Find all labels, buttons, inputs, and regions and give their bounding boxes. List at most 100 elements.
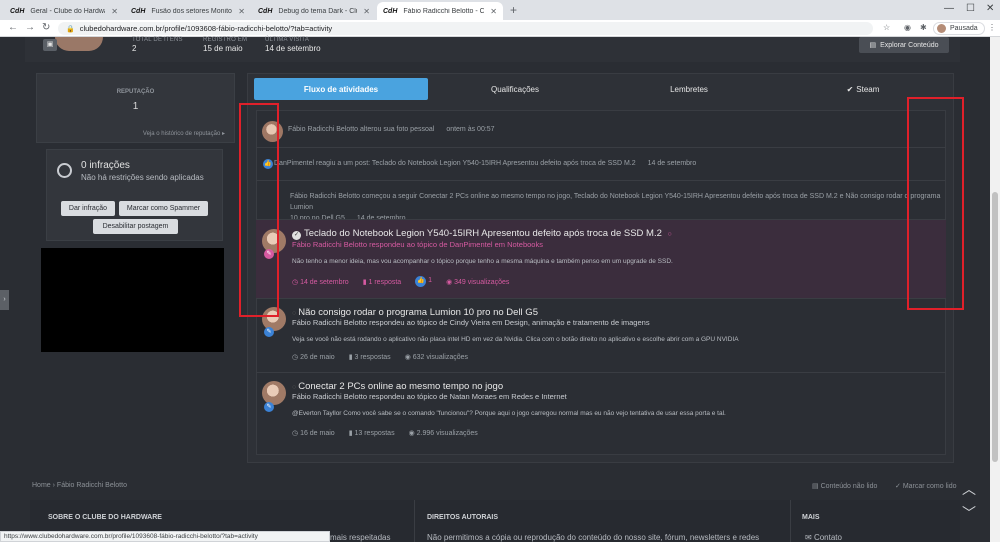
- close-icon[interactable]: ✕: [238, 7, 245, 16]
- scroll-up-chevron-icon[interactable]: ︿: [962, 479, 976, 499]
- breadcrumb-current: Fábio Radicchi Belotto: [56, 482, 127, 489]
- replies-text: 1 resposta: [368, 278, 402, 286]
- likes-meta[interactable]: 👍 1: [415, 276, 432, 287]
- date-meta: ◷ 26 de maio: [292, 353, 335, 361]
- browser-tab-bar: CdH Geral - Clube do Hardware ✕ CdH Fusã…: [0, 0, 1000, 20]
- topic-meta: ◷ 14 de setembro ▮ 1 resposta 👍 1 ◉ 349 …: [292, 276, 509, 287]
- bookmark-icon[interactable]: ○: [292, 384, 296, 391]
- eye-icon: ◉: [446, 278, 455, 286]
- circle-icon: [57, 163, 72, 178]
- close-icon[interactable]: ✕: [490, 7, 497, 16]
- site-favicon-icon: CdH: [10, 7, 25, 15]
- annotation-box-right: [907, 97, 964, 310]
- replies-meta: ▮ 13 respostas: [349, 429, 395, 437]
- forward-arrow-icon[interactable]: →: [25, 22, 35, 33]
- post-excerpt: Veja se você não está rodando o aplicati…: [292, 336, 739, 343]
- scrollbar-thumb[interactable]: [992, 192, 998, 462]
- activity-description[interactable]: Fábio Radicchi Belotto alterou sua foto …: [288, 126, 434, 133]
- status-bar-url: https://www.clubedohardware.com.br/profi…: [0, 531, 330, 542]
- mark-spammer-button[interactable]: Marcar como Spammer: [119, 201, 208, 216]
- replies-meta: ▮ 1 resposta: [363, 278, 401, 286]
- infractions-subtitle: Não há restrições sendo aplicadas: [81, 173, 204, 182]
- activity-time: ontem às 00:57: [446, 126, 495, 133]
- new-tab-button[interactable]: +: [510, 3, 517, 17]
- stat-value: 15 de maio: [203, 44, 243, 53]
- minimize-icon[interactable]: —: [944, 3, 954, 14]
- avatar: [262, 381, 286, 405]
- views-meta: ◉ 632 visualizações: [405, 353, 468, 361]
- disable-posting-button[interactable]: Desabilitar postagem: [93, 219, 178, 234]
- views-meta: ◉ 2.996 visualizações: [409, 429, 478, 437]
- browser-tab[interactable]: CdH Fusão dos setores Monitores com ✕: [125, 2, 251, 20]
- views-text: 2.996 visualizações: [416, 430, 478, 437]
- side-panel-toggle-icon[interactable]: ›: [0, 290, 9, 310]
- browser-tab-active[interactable]: CdH Fábio Radicchi Belotto - Clube d ✕: [377, 2, 503, 20]
- annotation-box-left: [239, 103, 279, 317]
- replies-text: 13 respostas: [354, 430, 395, 437]
- contact-label: Contato: [813, 533, 842, 542]
- close-icon[interactable]: ✕: [363, 7, 370, 16]
- activity-description[interactable]: DanPimentel reagiu a um post: Teclado do…: [274, 160, 636, 167]
- window-close-icon[interactable]: ✕: [986, 3, 994, 14]
- tab-activity-feed[interactable]: Fluxo de atividades: [254, 78, 428, 100]
- maximize-icon[interactable]: ☐: [966, 3, 975, 14]
- topic-title[interactable]: ○ Não consigo rodar o programa Lumion 10 …: [292, 307, 538, 318]
- browser-tab[interactable]: CdH Geral - Clube do Hardware ✕: [4, 2, 124, 20]
- stat-label: TOTAL DE ITENS: [132, 37, 183, 43]
- bookmark-icon[interactable]: ○: [668, 231, 672, 238]
- tab-steam-label: Steam: [856, 84, 880, 94]
- views-text: 349 visualizações: [454, 278, 510, 286]
- unread-content-link[interactable]: ▤ Conteúdo não lido: [812, 482, 877, 490]
- divider: [256, 180, 946, 181]
- check-icon: ✓: [895, 483, 903, 490]
- url-field[interactable]: 🔒 clubedohardware.com.br/profile/1093608…: [58, 22, 873, 35]
- topic-meta: ◷ 26 de maio ▮ 3 respostas ◉ 632 visuali…: [292, 353, 468, 361]
- stat-label: REGISTRO EM: [203, 37, 248, 43]
- menu-dots-icon[interactable]: ⋮: [988, 23, 996, 32]
- back-arrow-icon[interactable]: ←: [8, 22, 18, 33]
- comment-icon: ✎: [264, 327, 274, 337]
- mark-read-link[interactable]: ✓ Marcar como lido: [895, 482, 957, 490]
- post-excerpt: @Everton Tayllor Como você sabe se o com…: [292, 410, 726, 417]
- topic-title-text: Conectar 2 PCs online ao mesmo tempo no …: [298, 381, 504, 392]
- extensions-icon[interactable]: ✱: [920, 23, 927, 32]
- activity-text: Fábio Radicchi Belotto alterou sua foto …: [288, 126, 495, 133]
- topic-title[interactable]: ✓ Teclado do Notebook Legion Y540-15IRH A…: [292, 228, 672, 240]
- activity-text: DanPimentel reagiu a um post: Teclado do…: [274, 160, 696, 167]
- breadcrumb-home[interactable]: Home: [32, 482, 51, 489]
- tab-qualifications[interactable]: Qualificações: [428, 78, 602, 100]
- infractions-title: 0 infrações: [81, 160, 130, 171]
- breadcrumb: Home › Fábio Radicchi Belotto: [32, 482, 127, 489]
- close-icon[interactable]: ✕: [111, 7, 118, 16]
- topic-title[interactable]: ○ Conectar 2 PCs online ao mesmo tempo no…: [292, 381, 503, 392]
- clock-icon: ◷: [292, 354, 301, 361]
- date-meta: ◷ 16 de maio: [292, 429, 335, 437]
- profile-status: Pausada: [950, 25, 978, 32]
- profile-button[interactable]: Pausada: [933, 22, 985, 35]
- stat-value: 14 de setembro: [265, 44, 321, 53]
- activity-description[interactable]: Fábio Radicchi Belotto começou a seguir …: [290, 193, 940, 211]
- give-infraction-button[interactable]: Dar infração: [61, 201, 115, 216]
- photo-icon[interactable]: ▣: [43, 39, 57, 51]
- tab-title: Geral - Clube do Hardware: [30, 7, 105, 15]
- footer-heading: DIREITOS AUTORAIS: [427, 514, 499, 521]
- tab-reminders[interactable]: Lembretes: [602, 78, 776, 100]
- topic-subtitle[interactable]: Fábio Radicchi Belotto respondeu ao tópi…: [292, 240, 543, 249]
- topic-subtitle[interactable]: Fábio Radicchi Belotto respondeu ao tópi…: [292, 318, 650, 327]
- date-text: 26 de maio: [300, 354, 335, 361]
- scroll-down-chevron-icon[interactable]: ﹀: [962, 503, 976, 523]
- eye-icon: ◉: [408, 430, 417, 437]
- bookmark-icon[interactable]: ○: [292, 310, 296, 317]
- explore-content-button[interactable]: ▤ Explorar Conteúdo: [859, 37, 949, 53]
- reputation-history-link[interactable]: Veja o histórico de reputação ▸: [60, 130, 225, 137]
- stat-value: 2: [132, 44, 137, 53]
- post-excerpt: Não tenho a menor ideia, mas vou acompan…: [292, 258, 673, 265]
- date-text: 14 de setembro: [300, 278, 349, 286]
- camera-icon[interactable]: ◉: [904, 23, 911, 32]
- browser-tab[interactable]: CdH Debug do tema Dark - Clu ✕: [252, 2, 376, 20]
- star-icon[interactable]: ☆: [883, 23, 890, 32]
- reload-icon[interactable]: ↻: [42, 22, 50, 33]
- views-meta: ◉ 349 visualizações: [446, 278, 509, 286]
- footer-contact-link[interactable]: ✉ Contato: [805, 533, 842, 542]
- topic-subtitle[interactable]: Fábio Radicchi Belotto respondeu ao tópi…: [292, 392, 567, 401]
